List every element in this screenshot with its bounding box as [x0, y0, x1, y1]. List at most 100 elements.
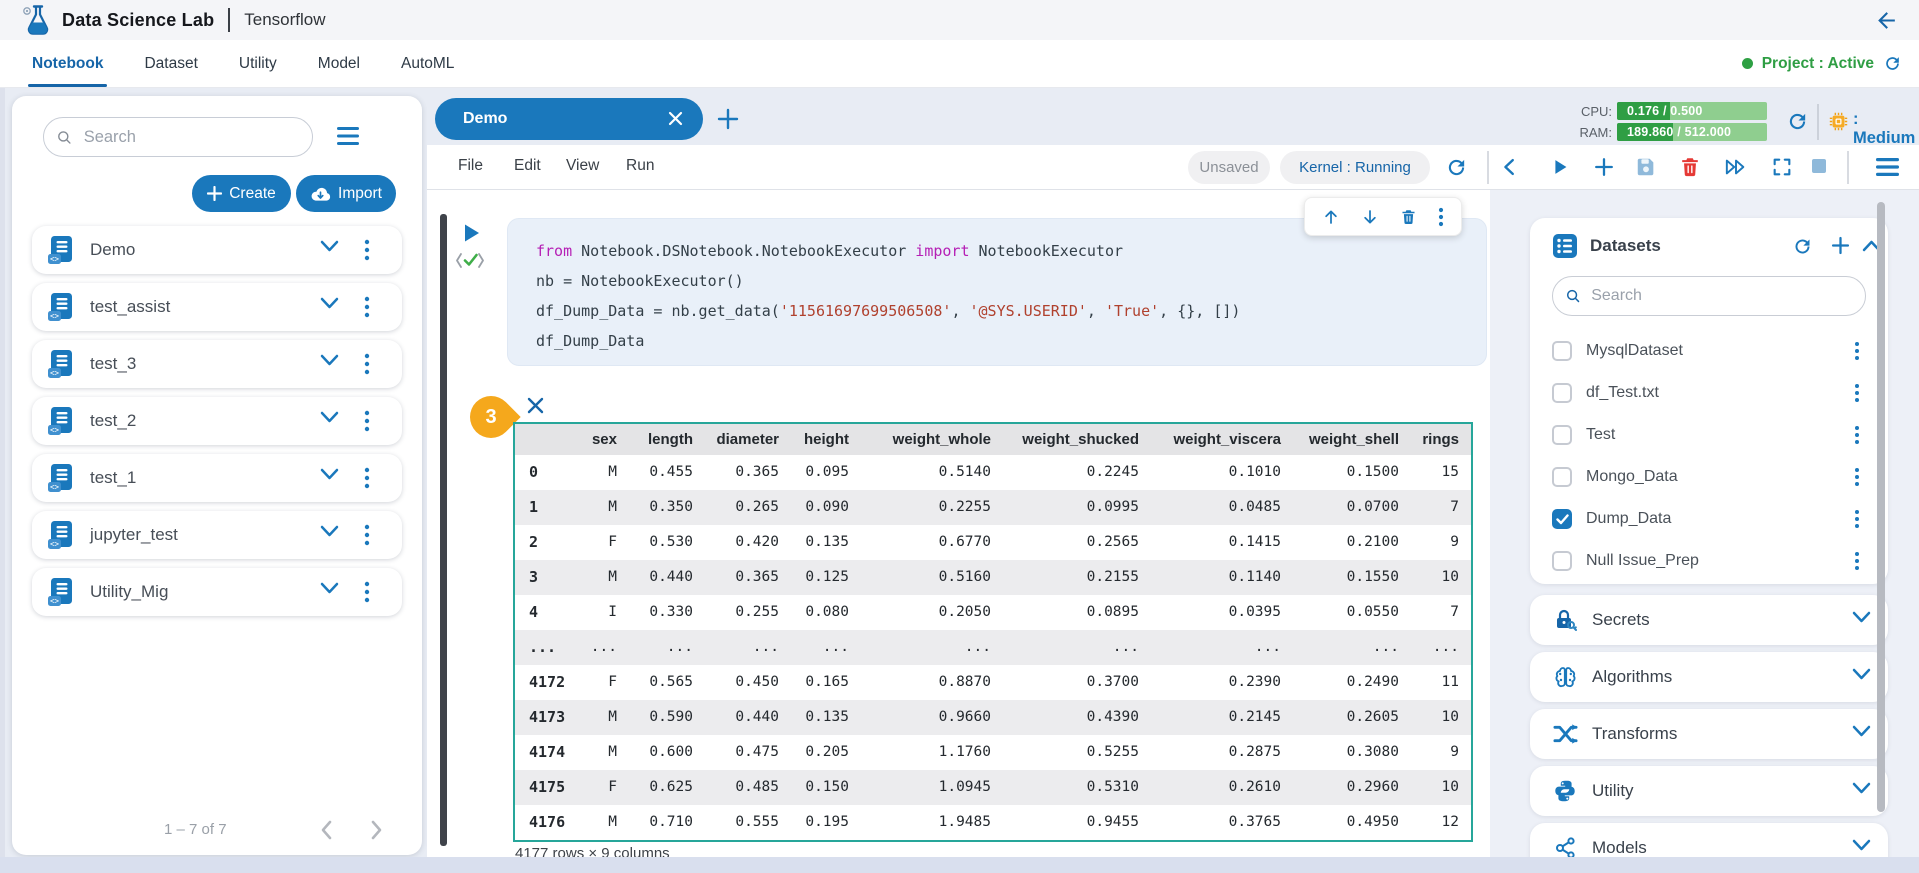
section-transforms[interactable]: Transforms [1530, 709, 1888, 759]
tab-dataset[interactable]: Dataset [144, 40, 197, 87]
dataset-checkbox[interactable] [1552, 551, 1572, 571]
refresh-datasets-icon[interactable] [1792, 236, 1813, 257]
kebab-menu-icon[interactable] [364, 467, 370, 489]
section-secrets[interactable]: Secrets [1530, 595, 1888, 645]
save-notebook-icon[interactable] [1635, 156, 1657, 178]
dataset-list-item[interactable]: df_Test.txt [1530, 372, 1888, 414]
chevron-down-icon[interactable] [1852, 725, 1871, 738]
restart-kernel-icon[interactable] [1445, 156, 1468, 179]
dataset-list-item[interactable]: Mongo_Data [1530, 456, 1888, 498]
panel-scrollbar[interactable] [1877, 202, 1885, 812]
chevron-down-icon[interactable] [1852, 782, 1871, 795]
notebook-list-item[interactable]: <> test_1 [32, 454, 402, 502]
section-models[interactable]: Models [1530, 823, 1888, 857]
notebook-list-item[interactable]: <> Utility_Mig [32, 568, 402, 616]
page-previous-icon[interactable] [318, 819, 335, 841]
refresh-resources-icon[interactable] [1786, 110, 1809, 133]
stop-kernel-icon[interactable] [1809, 156, 1829, 176]
create-button[interactable]: Create [192, 175, 291, 212]
sidebar-search-input[interactable] [82, 127, 300, 148]
chevron-down-icon[interactable] [1852, 611, 1871, 624]
toolbar-menu-icon[interactable] [1875, 156, 1900, 178]
table-cell: 0.2050 [861, 595, 1003, 630]
datasets-search[interactable] [1552, 276, 1866, 316]
page-next-icon[interactable] [368, 819, 385, 841]
kebab-menu-icon[interactable] [364, 239, 370, 261]
menu-edit[interactable]: Edit [514, 157, 541, 175]
code-cell[interactable]: from Notebook.DSNotebook.NotebookExecuto… [507, 218, 1487, 366]
tab-automl[interactable]: AutoML [401, 40, 454, 87]
kebab-menu-icon[interactable] [1854, 425, 1860, 445]
kebab-menu-icon[interactable] [364, 524, 370, 546]
chevron-down-icon[interactable] [1852, 839, 1871, 852]
notebook-list-item[interactable]: <> test_2 [32, 397, 402, 445]
fullscreen-icon[interactable] [1771, 156, 1793, 178]
cell-options-kebab-icon[interactable] [1438, 207, 1444, 227]
collapse-left-icon[interactable] [1499, 156, 1521, 178]
dataset-checkbox[interactable] [1552, 425, 1572, 445]
open-notebook-tab[interactable]: Demo [435, 98, 703, 140]
dataset-checkbox[interactable] [1552, 383, 1572, 403]
section-utility[interactable]: Utility [1530, 766, 1888, 816]
tab-model[interactable]: Model [318, 40, 360, 87]
run-this-cell-icon[interactable] [463, 223, 481, 243]
kebab-menu-icon[interactable] [364, 296, 370, 318]
kebab-menu-icon[interactable] [1854, 383, 1860, 403]
notebook-list-item[interactable]: <> test_3 [32, 340, 402, 388]
code-editor[interactable]: from Notebook.DSNotebook.NotebookExecuto… [508, 219, 1486, 356]
move-cell-down-icon[interactable] [1361, 208, 1379, 226]
menu-file[interactable]: File [458, 157, 483, 175]
table-cell: 0.2390 [1151, 665, 1293, 700]
chevron-down-icon[interactable] [320, 525, 339, 538]
kebab-menu-icon[interactable] [364, 581, 370, 603]
chevron-down-icon[interactable] [320, 297, 339, 310]
close-tab-icon[interactable] [668, 111, 683, 126]
chevron-down-icon[interactable] [320, 468, 339, 481]
dataset-checkbox[interactable] [1552, 467, 1572, 487]
datasets-search-input[interactable] [1589, 286, 1853, 306]
run-cell-icon[interactable] [1549, 156, 1571, 178]
kebab-menu-icon[interactable] [364, 410, 370, 432]
tab-notebook[interactable]: Notebook [32, 40, 103, 87]
kebab-menu-icon[interactable] [1854, 341, 1860, 361]
dataset-list-item[interactable]: Test [1530, 414, 1888, 456]
kebab-menu-icon[interactable] [1854, 509, 1860, 529]
dataset-list-item[interactable]: Dump_Data [1530, 498, 1888, 540]
table-cell: 0.600 [629, 735, 705, 770]
dataset-checkbox[interactable] [1552, 509, 1572, 529]
menu-run[interactable]: Run [626, 157, 654, 175]
chevron-down-icon[interactable] [1852, 668, 1871, 681]
dataset-checkbox[interactable] [1552, 341, 1572, 361]
chevron-down-icon[interactable] [320, 240, 339, 253]
dataset-list-item[interactable]: Null Issue_Prep [1530, 540, 1888, 582]
close-output-icon[interactable] [526, 396, 545, 415]
chevron-down-icon[interactable] [320, 411, 339, 424]
sidebar-menu-icon[interactable] [336, 125, 360, 147]
delete-cell-icon[interactable] [1679, 156, 1701, 178]
table-cell: 0.095 [791, 455, 861, 490]
refresh-project-icon[interactable] [1883, 54, 1902, 73]
add-cell-icon[interactable] [1593, 156, 1615, 178]
notebook-list-item[interactable]: <> jupyter_test [32, 511, 402, 559]
kebab-menu-icon[interactable] [364, 353, 370, 375]
sidebar-search[interactable] [43, 117, 313, 157]
back-icon[interactable] [1874, 8, 1899, 33]
menu-view[interactable]: View [566, 157, 599, 175]
delete-this-cell-icon[interactable] [1400, 208, 1417, 226]
dataset-list-item[interactable]: MysqlDataset [1530, 330, 1888, 372]
move-cell-up-icon[interactable] [1322, 208, 1340, 226]
chevron-down-icon[interactable] [320, 582, 339, 595]
tab-utility[interactable]: Utility [239, 40, 277, 87]
table-cell: 0.9455 [1003, 805, 1151, 840]
notebook-list-item[interactable]: <> test_assist [32, 283, 402, 331]
run-all-icon[interactable] [1723, 156, 1749, 178]
section-algorithms[interactable]: Algorithms [1530, 652, 1888, 702]
import-button-label: Import [338, 185, 382, 203]
add-dataset-icon[interactable] [1830, 235, 1851, 256]
kebab-menu-icon[interactable] [1854, 467, 1860, 487]
import-button[interactable]: Import [296, 175, 396, 212]
new-tab-icon[interactable] [716, 107, 740, 131]
chevron-down-icon[interactable] [320, 354, 339, 367]
notebook-list-item[interactable]: <> Demo [32, 226, 402, 274]
kebab-menu-icon[interactable] [1854, 551, 1860, 571]
